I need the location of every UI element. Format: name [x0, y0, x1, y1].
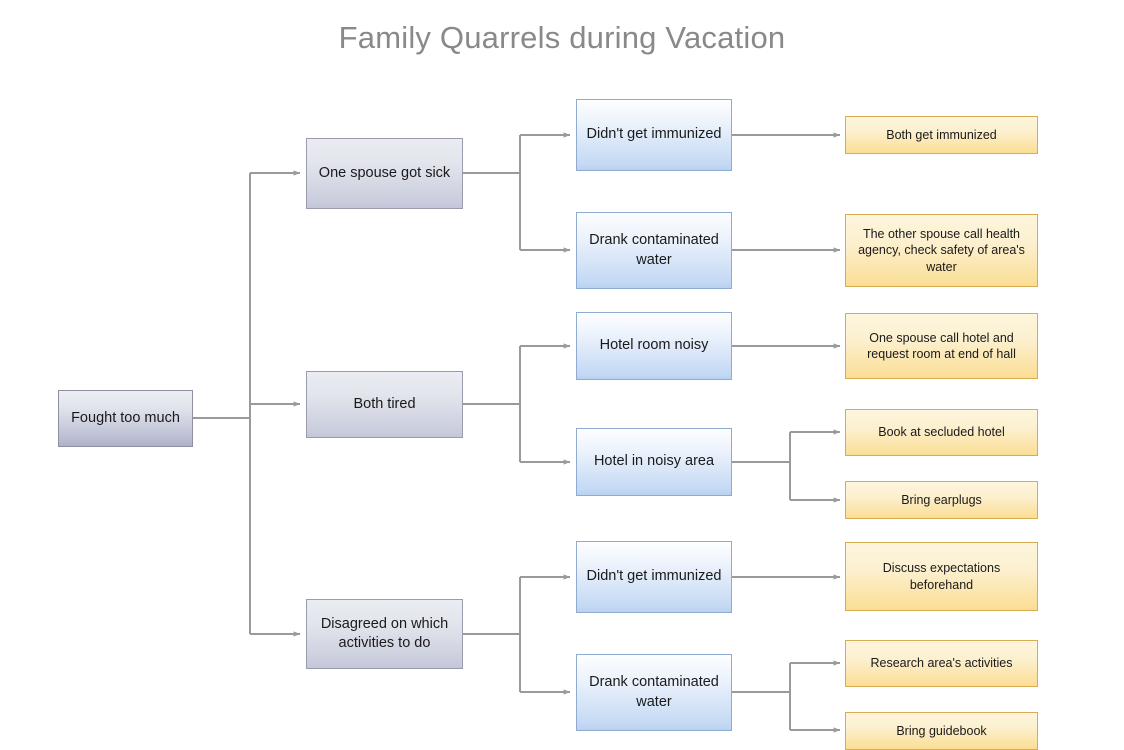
- node-subcause-3-1-label: Didn't get immunized: [586, 568, 722, 585]
- node-subcause-2-1-label: Hotel room noisy: [599, 337, 709, 354]
- node-solution-2-2-1-label: Book at secluded hotel: [878, 425, 1005, 440]
- node-subcause-3-1[interactable]: Didn't get immunized: [576, 541, 732, 613]
- node-solution-2-1-1-label: One spouse call hotel and request room a…: [867, 330, 1016, 362]
- node-cause-1[interactable]: One spouse got sick: [306, 138, 463, 209]
- node-solution-1-1-1[interactable]: Both get immunized: [845, 116, 1038, 154]
- node-subcause-2-1[interactable]: Hotel room noisy: [576, 312, 732, 380]
- node-solution-3-2-2[interactable]: Bring guidebook: [845, 712, 1038, 750]
- node-subcause-1-1[interactable]: Didn't get immunized: [576, 99, 732, 171]
- node-cause-1-label: One spouse got sick: [318, 164, 451, 181]
- node-solution-3-2-1[interactable]: Research area's activities: [845, 640, 1038, 687]
- node-subcause-2-2[interactable]: Hotel in noisy area: [576, 428, 732, 496]
- node-solution-2-2-2[interactable]: Bring earplugs: [845, 481, 1038, 519]
- node-subcause-1-2[interactable]: Drank contaminated water: [576, 212, 732, 289]
- node-subcause-1-1-label: Didn't get immunized: [586, 126, 722, 143]
- node-solution-1-2-1[interactable]: The other spouse call health agency, che…: [845, 214, 1038, 287]
- node-solution-2-2-2-label: Bring earplugs: [901, 492, 982, 507]
- node-solution-3-2-2-label: Bring guidebook: [896, 723, 987, 738]
- node-cause-2-label: Both tired: [353, 395, 416, 412]
- node-cause-2[interactable]: Both tired: [306, 371, 463, 438]
- node-solution-3-2-1-label: Research area's activities: [870, 656, 1013, 671]
- node-subcause-3-2[interactable]: Drank contaminated water: [576, 654, 732, 731]
- page-title: Family Quarrels during Vacation: [338, 20, 786, 55]
- node-solution-3-1-1[interactable]: Discuss expectations beforehand: [845, 542, 1038, 611]
- node-root-label: Fought too much: [71, 409, 180, 426]
- node-subcause-1-2-label: Drank contaminated water: [589, 232, 719, 268]
- node-subcause-3-2-label: Drank contaminated water: [589, 674, 719, 710]
- node-cause-3-label: Disagreed on which activities to do: [320, 615, 449, 651]
- node-cause-3[interactable]: Disagreed on which activities to do: [306, 599, 463, 669]
- node-subcause-2-2-label: Hotel in noisy area: [593, 453, 715, 470]
- node-root[interactable]: Fought too much: [58, 390, 193, 447]
- node-solution-1-1-1-label: Both get immunized: [886, 127, 997, 142]
- node-solution-2-1-1[interactable]: One spouse call hotel and request room a…: [845, 313, 1038, 379]
- node-solution-1-2-1-label: The other spouse call health agency, che…: [858, 226, 1025, 274]
- node-solution-2-2-1[interactable]: Book at secluded hotel: [845, 409, 1038, 456]
- node-solution-3-1-1-label: Discuss expectations beforehand: [882, 561, 1001, 592]
